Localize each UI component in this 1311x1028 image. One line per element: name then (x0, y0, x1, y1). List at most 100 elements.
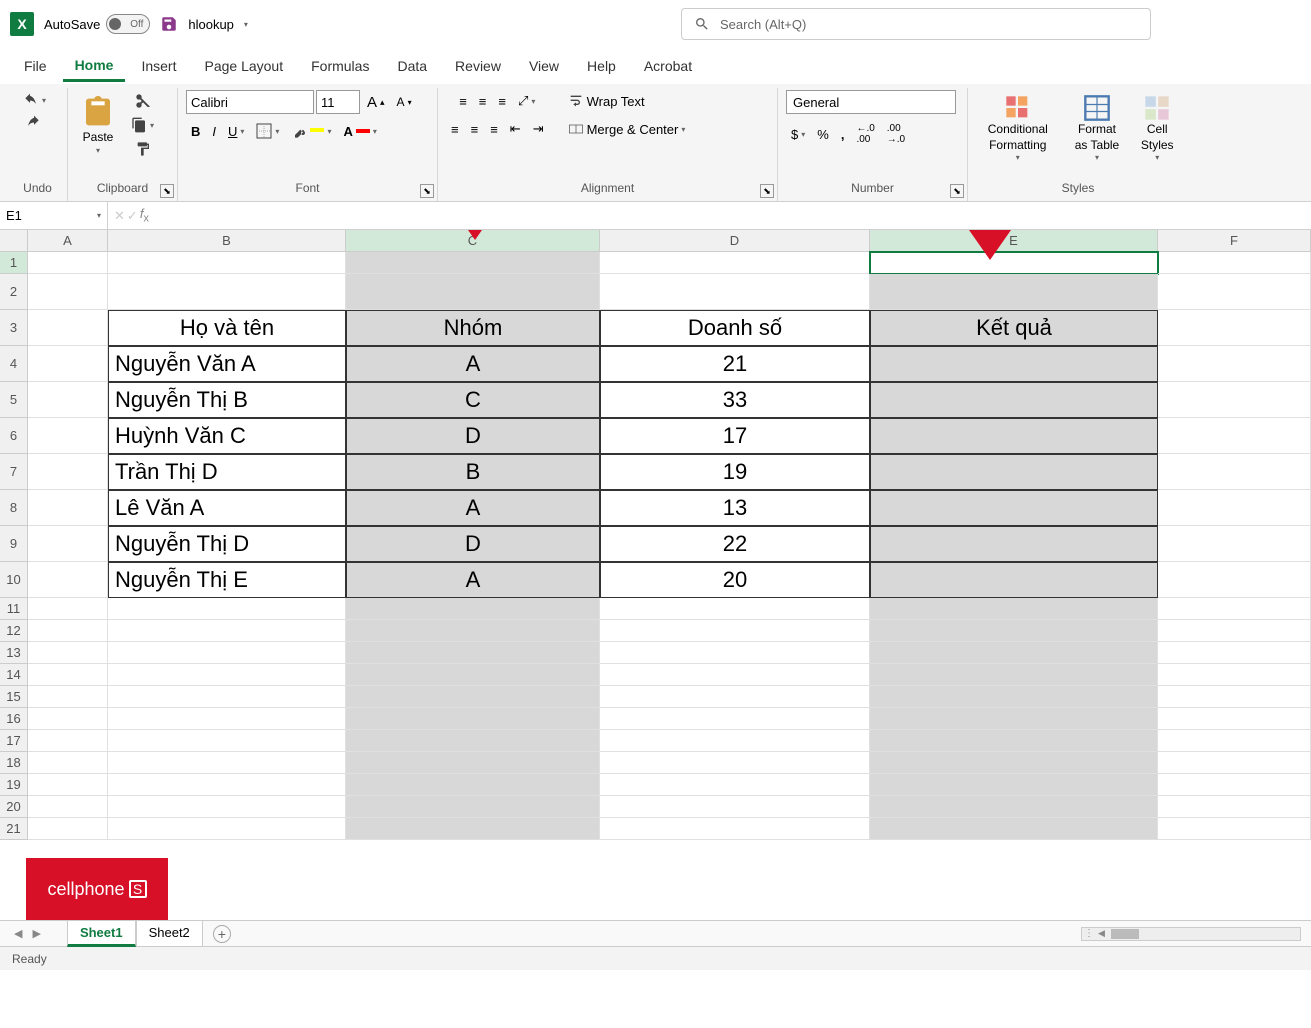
cell-E16[interactable] (870, 708, 1158, 730)
cell-B6[interactable]: Huỳnh Văn C (108, 418, 346, 454)
align-center-button[interactable]: ≡ (466, 119, 484, 140)
format-painter-button[interactable] (130, 138, 156, 160)
cell-E8[interactable] (870, 490, 1158, 526)
decrease-indent-button[interactable]: ⇤ (505, 118, 526, 140)
cell-B15[interactable] (108, 686, 346, 708)
sheet-tab-sheet1[interactable]: Sheet1 (67, 921, 136, 947)
cell-B12[interactable] (108, 620, 346, 642)
search-box[interactable]: Search (Alt+Q) (681, 8, 1151, 40)
cell-B3[interactable]: Họ và tên (108, 310, 346, 346)
cell-C7[interactable]: B (346, 454, 600, 490)
percent-button[interactable]: % (812, 124, 834, 145)
enter-formula-icon[interactable]: ✓ (127, 208, 138, 224)
cell-B10[interactable]: Nguyễn Thị E (108, 562, 346, 598)
cell-E14[interactable] (870, 664, 1158, 686)
cell-F4[interactable] (1158, 346, 1311, 382)
increase-indent-button[interactable]: ⇥ (528, 118, 549, 140)
cell-A2[interactable] (28, 274, 108, 310)
number-format-select[interactable] (786, 90, 956, 114)
cell-D3[interactable]: Doanh số (600, 310, 870, 346)
row-header-2[interactable]: 2 (0, 274, 28, 310)
row-header-15[interactable]: 15 (0, 686, 28, 708)
cell-B14[interactable] (108, 664, 346, 686)
cell-F3[interactable] (1158, 310, 1311, 346)
cell-E11[interactable] (870, 598, 1158, 620)
cell-C6[interactable]: D (346, 418, 600, 454)
cell-C15[interactable] (346, 686, 600, 708)
autosave-toggle[interactable]: AutoSave Off (44, 14, 150, 34)
cell-C16[interactable] (346, 708, 600, 730)
column-header-C[interactable]: C (346, 230, 600, 251)
cell-A1[interactable] (28, 252, 108, 274)
cell-D15[interactable] (600, 686, 870, 708)
fill-color-button[interactable]: ▾ (286, 120, 336, 142)
cell-C14[interactable] (346, 664, 600, 686)
cell-A16[interactable] (28, 708, 108, 730)
cell-F19[interactable] (1158, 774, 1311, 796)
cell-E5[interactable] (870, 382, 1158, 418)
cell-B9[interactable]: Nguyễn Thị D (108, 526, 346, 562)
font-color-button[interactable]: A▾ (338, 121, 381, 142)
number-launcher[interactable]: ⬊ (950, 184, 964, 198)
cell-F2[interactable] (1158, 274, 1311, 310)
cell-C4[interactable]: A (346, 346, 600, 382)
font-name-select[interactable] (186, 90, 314, 114)
menu-tab-acrobat[interactable]: Acrobat (632, 52, 704, 80)
align-top-button[interactable]: ≡ (454, 91, 472, 112)
sheet-nav-prev[interactable]: ◀ (10, 927, 26, 940)
increase-decimal-button[interactable]: ←.0.00 (851, 120, 879, 148)
cell-C21[interactable] (346, 818, 600, 840)
cell-D11[interactable] (600, 598, 870, 620)
cell-E3[interactable]: Kết quả (870, 310, 1158, 346)
font-launcher[interactable]: ⬊ (420, 184, 434, 198)
row-header-7[interactable]: 7 (0, 454, 28, 490)
cell-F1[interactable] (1158, 252, 1311, 274)
cell-E9[interactable] (870, 526, 1158, 562)
cell-C13[interactable] (346, 642, 600, 664)
row-header-14[interactable]: 14 (0, 664, 28, 686)
cell-E1[interactable] (870, 252, 1158, 274)
format-as-table-button[interactable]: Format as Table▾ (1066, 90, 1129, 168)
select-all-corner[interactable] (0, 230, 28, 251)
cell-A21[interactable] (28, 818, 108, 840)
redo-button[interactable] (20, 112, 48, 132)
comma-button[interactable]: , (836, 124, 850, 145)
menu-tab-help[interactable]: Help (575, 52, 628, 80)
cell-A12[interactable] (28, 620, 108, 642)
cell-E15[interactable] (870, 686, 1158, 708)
cell-F15[interactable] (1158, 686, 1311, 708)
cell-A11[interactable] (28, 598, 108, 620)
merge-center-button[interactable]: Merge & Center▾ (563, 118, 691, 140)
horizontal-scrollbar[interactable]: ⋮ ◀ (1081, 927, 1301, 941)
cell-E7[interactable] (870, 454, 1158, 490)
name-box[interactable]: ▾ (0, 202, 108, 229)
filename-dropdown-icon[interactable]: ▾ (244, 20, 248, 29)
cell-D5[interactable]: 33 (600, 382, 870, 418)
cell-E20[interactable] (870, 796, 1158, 818)
cell-D9[interactable]: 22 (600, 526, 870, 562)
cell-B18[interactable] (108, 752, 346, 774)
cell-D20[interactable] (600, 796, 870, 818)
cell-B20[interactable] (108, 796, 346, 818)
save-icon[interactable] (160, 15, 178, 33)
cell-F21[interactable] (1158, 818, 1311, 840)
cell-C19[interactable] (346, 774, 600, 796)
font-size-select[interactable] (316, 90, 360, 114)
cell-B11[interactable] (108, 598, 346, 620)
cell-E2[interactable] (870, 274, 1158, 310)
cell-E6[interactable] (870, 418, 1158, 454)
cell-B17[interactable] (108, 730, 346, 752)
menu-tab-review[interactable]: Review (443, 52, 513, 80)
border-button[interactable]: ▾ (251, 120, 284, 142)
cell-F13[interactable] (1158, 642, 1311, 664)
cell-D17[interactable] (600, 730, 870, 752)
cell-D1[interactable] (600, 252, 870, 274)
cell-E10[interactable] (870, 562, 1158, 598)
menu-tab-page-layout[interactable]: Page Layout (192, 52, 295, 80)
cell-F17[interactable] (1158, 730, 1311, 752)
cell-C8[interactable]: A (346, 490, 600, 526)
wrap-text-button[interactable]: Wrap Text (563, 90, 650, 112)
cell-B1[interactable] (108, 252, 346, 274)
cell-E18[interactable] (870, 752, 1158, 774)
cell-A17[interactable] (28, 730, 108, 752)
